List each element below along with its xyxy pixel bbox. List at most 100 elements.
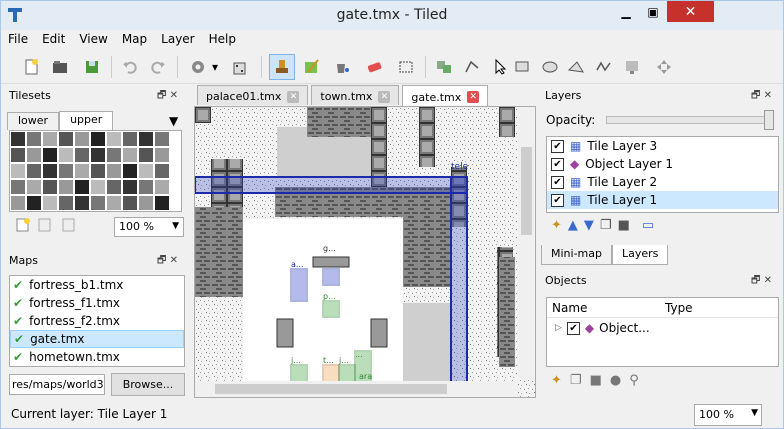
map-vertical-scrollbar[interactable] xyxy=(518,107,535,380)
tileset-tile[interactable] xyxy=(123,196,137,210)
rect-select-icon[interactable] xyxy=(393,54,419,80)
menu-layer[interactable]: Layer xyxy=(154,30,201,49)
browse-button[interactable]: Browse... xyxy=(111,373,185,396)
tileset-tile[interactable] xyxy=(155,196,169,210)
tileset-tile[interactable] xyxy=(91,148,105,162)
menu-edit[interactable]: Edit xyxy=(35,30,72,49)
tileset-tile[interactable] xyxy=(155,148,169,162)
visibility-checkbox[interactable]: ✔ xyxy=(551,157,564,171)
menu-help[interactable]: Help xyxy=(202,30,243,49)
raise-layer-icon[interactable]: ▲ xyxy=(568,218,578,233)
eraser-icon[interactable] xyxy=(361,54,387,80)
delete-layer-icon[interactable]: ■ xyxy=(618,218,630,233)
tileset-tile[interactable] xyxy=(59,148,73,162)
tileset-tile[interactable] xyxy=(91,132,105,146)
move-objects-icon[interactable] xyxy=(651,54,677,80)
tileset-tile[interactable] xyxy=(59,180,73,194)
maps-path-field[interactable]: res/maps/world3.5 xyxy=(9,374,105,395)
list-item[interactable]: ✔ fortress_f2.tmx xyxy=(10,312,184,330)
expand-arrow-icon[interactable]: ▷ xyxy=(555,323,562,333)
maps-dock-buttons[interactable]: 🗗 ✕ xyxy=(157,253,178,270)
redo-icon[interactable] xyxy=(145,54,171,80)
command-gear-icon[interactable] xyxy=(185,54,211,80)
bucket-fill-icon[interactable] xyxy=(329,54,355,80)
lower-layer-icon[interactable]: ▼ xyxy=(584,218,594,233)
tab-layers[interactable]: Layers xyxy=(611,245,669,265)
opacity-slider-handle[interactable] xyxy=(764,110,774,130)
tileset-tile[interactable] xyxy=(27,180,41,194)
tileset-tile[interactable] xyxy=(123,148,137,162)
new-tileset-icon[interactable] xyxy=(15,217,31,233)
layers-dock-buttons[interactable]: 🗗 ✕ xyxy=(751,88,772,105)
tileset-tile[interactable] xyxy=(107,132,121,146)
tileset-tile[interactable] xyxy=(91,196,105,210)
visibility-checkbox[interactable]: ✔ xyxy=(551,175,564,189)
tileset-tile[interactable] xyxy=(43,164,57,178)
add-object-icon[interactable]: ✦ xyxy=(551,373,562,388)
tileset-tile[interactable] xyxy=(27,164,41,178)
add-layer-icon[interactable]: ✦ xyxy=(551,218,562,233)
objects-dock-buttons[interactable]: 🗗 ✕ xyxy=(751,273,772,290)
visibility-checkbox[interactable]: ✔ xyxy=(566,321,580,335)
menu-map[interactable]: Map xyxy=(115,30,154,49)
tileset-tile[interactable] xyxy=(43,196,57,210)
tileset-tile[interactable] xyxy=(59,196,73,210)
tileset-tile[interactable] xyxy=(11,196,25,210)
tileset-tile[interactable] xyxy=(27,196,41,210)
tileset-tile[interactable] xyxy=(91,164,105,178)
insert-rectangle-icon[interactable] xyxy=(509,54,535,80)
tab-town[interactable]: town.tmx ✕ xyxy=(311,85,400,105)
tileset-tile[interactable] xyxy=(107,164,121,178)
zoom-select[interactable]: 100 % ▼ xyxy=(694,404,762,426)
tileset-tile[interactable] xyxy=(139,164,153,178)
insert-polyline-icon[interactable] xyxy=(591,54,617,80)
list-item[interactable]: ✔ fortress_f1.tmx xyxy=(10,294,184,312)
insert-polygon-icon[interactable] xyxy=(563,54,589,80)
tileset-tile[interactable] xyxy=(155,164,169,178)
tileset-tile[interactable] xyxy=(59,132,73,146)
save-file-icon[interactable] xyxy=(79,54,105,80)
terrain-brush-icon[interactable] xyxy=(299,54,325,80)
list-item-selected[interactable]: ✔ gate.tmx xyxy=(10,330,184,348)
tab-lower[interactable]: lower xyxy=(7,112,60,130)
layer-row-tile-layer-1[interactable]: ✔ ▦ Tile Layer 1 xyxy=(547,191,778,209)
menu-file[interactable]: File xyxy=(1,30,35,49)
tileset-zoom-select[interactable]: 100 % ▼ xyxy=(114,217,184,237)
maximize-button[interactable]: ▣ xyxy=(640,1,666,22)
open-file-icon[interactable] xyxy=(47,54,73,80)
tileset-tile[interactable] xyxy=(43,148,57,162)
new-file-icon[interactable] xyxy=(19,54,45,80)
close-tab-icon[interactable]: ✕ xyxy=(378,90,391,103)
tileset-tile[interactable] xyxy=(11,164,25,178)
tileset-tile[interactable] xyxy=(107,196,121,210)
tileset-tile[interactable] xyxy=(91,180,105,194)
map-horizontal-scrollbar[interactable] xyxy=(195,381,518,397)
layer-properties-icon[interactable]: ▭ xyxy=(642,218,654,233)
tileset-tile[interactable] xyxy=(27,148,41,162)
move-to-layer-icon[interactable]: ● xyxy=(610,373,621,388)
insert-ellipse-icon[interactable] xyxy=(537,54,563,80)
import-tileset-icon[interactable] xyxy=(37,217,53,233)
tileset-tile[interactable] xyxy=(123,132,137,146)
tileset-tile[interactable] xyxy=(123,164,137,178)
random-dice-icon[interactable] xyxy=(227,54,253,80)
tileset-tile[interactable] xyxy=(139,180,153,194)
menu-view[interactable]: View xyxy=(72,30,114,49)
command-dropdown-icon[interactable]: ▾ xyxy=(209,54,221,80)
tileset-tile[interactable] xyxy=(139,196,153,210)
duplicate-object-icon[interactable]: ❐ xyxy=(570,373,582,388)
tileset-tile[interactable] xyxy=(107,148,121,162)
tileset-tile[interactable] xyxy=(11,180,25,194)
tileset-tile[interactable] xyxy=(75,180,89,194)
tileset-menu-dropdown-icon[interactable]: ▼ xyxy=(169,114,178,128)
table-row[interactable]: ▷ ✔ ◆ Object... xyxy=(547,318,778,338)
close-window-button[interactable]: ✕ xyxy=(667,1,714,22)
column-name[interactable]: Name xyxy=(547,301,665,315)
scroll-thumb[interactable] xyxy=(215,384,447,394)
tileset-tile[interactable] xyxy=(139,132,153,146)
undo-icon[interactable] xyxy=(117,54,143,80)
edit-polygons-icon[interactable] xyxy=(459,54,485,80)
list-item[interactable]: ✔ hometown.tmx xyxy=(10,348,184,366)
map-canvas[interactable]: tele a... g... p... j... t... j... ... a… xyxy=(194,106,536,398)
tileset-tile[interactable] xyxy=(75,164,89,178)
